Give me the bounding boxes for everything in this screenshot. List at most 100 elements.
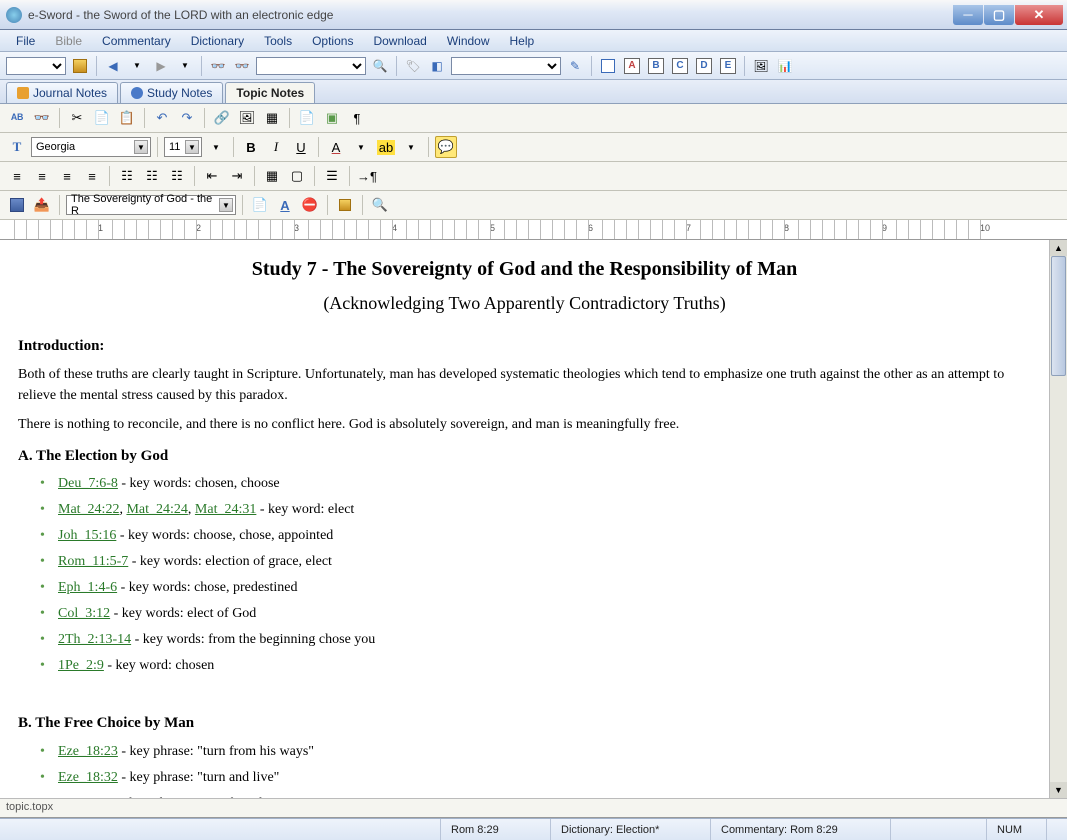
redo-icon[interactable]: ↷ [176, 107, 198, 129]
menu-dictionary[interactable]: Dictionary [183, 32, 252, 50]
minimize-button[interactable]: ─ [953, 5, 983, 25]
align-justify-icon[interactable]: ≡ [81, 165, 103, 187]
menu-tools[interactable]: Tools [256, 32, 300, 50]
window-layout-icon[interactable] [598, 56, 618, 76]
list-number-icon[interactable]: ☷ [116, 165, 138, 187]
tile-D[interactable]: D [694, 56, 714, 76]
size-dropdown-icon[interactable]: ▼ [205, 136, 227, 158]
menu-download[interactable]: Download [365, 32, 434, 50]
page-icon[interactable]: 📄 [296, 107, 318, 129]
scripture-link[interactable]: Eph_1:4-6 [58, 580, 117, 595]
save-icon[interactable] [6, 194, 28, 216]
highlight-color-icon[interactable]: ab [375, 136, 397, 158]
nav-back-dropdown[interactable]: ▼ [127, 56, 147, 76]
menu-help[interactable]: Help [502, 32, 543, 50]
scripture-link[interactable]: Deu_7:6-8 [58, 476, 118, 491]
font-color-icon[interactable]: A [325, 136, 347, 158]
ltr-icon[interactable]: →¶ [356, 165, 378, 187]
paste-icon[interactable]: 📋 [116, 107, 138, 129]
menu-commentary[interactable]: Commentary [94, 32, 179, 50]
underline-button[interactable]: U [290, 136, 312, 158]
chevron-down-icon[interactable]: ▼ [134, 140, 148, 154]
scripture-link[interactable]: Eze_33:11 [58, 796, 117, 799]
nav-back-icon[interactable]: ◀ [103, 56, 123, 76]
menu-bible[interactable]: Bible [47, 32, 90, 50]
pilcrow-icon[interactable]: ¶ [346, 107, 368, 129]
scripture-link[interactable]: Rom_11:5-7 [58, 554, 128, 569]
scripture-link[interactable]: Col_3:12 [58, 606, 110, 621]
italic-button[interactable]: I [265, 136, 287, 158]
scripture-link[interactable]: Mat_24:22 [58, 502, 119, 517]
outdent-icon[interactable]: ⇤ [201, 165, 223, 187]
image-icon[interactable]: 🖼 [236, 107, 258, 129]
tile-B[interactable]: B [646, 56, 666, 76]
font-size-combo[interactable]: 11 ▼ [164, 137, 202, 157]
scroll-down-icon[interactable]: ▼ [1050, 782, 1067, 798]
scripture-link[interactable]: Mat_24:24 [126, 502, 187, 517]
nav-forward-dropdown[interactable]: ▼ [175, 56, 195, 76]
align-center-icon[interactable]: ≡ [31, 165, 53, 187]
list-multilevel-icon[interactable]: ☷ [166, 165, 188, 187]
link-icon[interactable]: 🔗 [211, 107, 233, 129]
scripture-link[interactable]: Eze_18:23 [58, 744, 118, 759]
chevron-down-icon[interactable]: ▼ [219, 198, 233, 212]
font-color-dropdown[interactable]: ▼ [350, 136, 372, 158]
scripture-link[interactable]: Eze_18:32 [58, 770, 118, 785]
tab-topic-notes[interactable]: Topic Notes [225, 82, 315, 103]
align-right-icon[interactable]: ≡ [56, 165, 78, 187]
scripture-link[interactable]: 2Th_2:13-14 [58, 632, 131, 647]
spellcheck-icon[interactable]: ᴬᴮ [6, 107, 28, 129]
file-tab[interactable]: topic.topx [0, 798, 1067, 818]
menu-file[interactable]: File [8, 32, 43, 50]
chart-icon[interactable]: 📊 [775, 56, 795, 76]
menu-options[interactable]: Options [304, 32, 361, 50]
align-left-icon[interactable]: ≡ [6, 165, 28, 187]
highlight-dropdown[interactable]: ▼ [400, 136, 422, 158]
scripture-link[interactable]: Joh_15:16 [58, 528, 116, 543]
topic-selector[interactable]: The Sovereignty of God - the R ▼ [66, 195, 236, 215]
search-go-icon[interactable]: 🔍 [370, 56, 390, 76]
highlight-combo[interactable] [451, 57, 561, 75]
scripture-link[interactable]: 1Pe_2:9 [58, 658, 104, 673]
search-combo[interactable] [256, 57, 366, 75]
maximize-button[interactable]: ▢ [984, 5, 1014, 25]
book-icon[interactable] [70, 56, 90, 76]
scroll-up-icon[interactable]: ▲ [1050, 240, 1067, 256]
menu-window[interactable]: Window [439, 32, 498, 50]
highlight-apply-icon[interactable]: ✎ [565, 56, 585, 76]
printer-icon[interactable]: ▣ [321, 107, 343, 129]
tab-journal-notes[interactable]: Journal Notes [6, 82, 118, 103]
zoom-icon[interactable]: 🔍 [369, 194, 391, 216]
delete-topic-icon[interactable]: ⛔ [299, 194, 321, 216]
rename-topic-icon[interactable]: A [274, 194, 296, 216]
ruler[interactable]: 12345678910 [0, 220, 1067, 240]
vertical-scrollbar[interactable]: ▲ ▼ [1049, 240, 1067, 798]
binoculars-icon[interactable]: 👓 [208, 56, 228, 76]
linespacing-icon[interactable]: ☰ [321, 165, 343, 187]
border-off-icon[interactable]: ▢ [286, 165, 308, 187]
tab-study-notes[interactable]: Study Notes [120, 82, 223, 103]
book-nav-icon[interactable] [334, 194, 356, 216]
export-icon[interactable]: 📤 [31, 194, 53, 216]
chevron-down-icon[interactable]: ▼ [185, 140, 199, 154]
undo-icon[interactable]: ↶ [151, 107, 173, 129]
new-topic-icon[interactable]: 📄 [249, 194, 271, 216]
bold-button[interactable]: B [240, 136, 262, 158]
border-on-icon[interactable]: ▦ [261, 165, 283, 187]
cut-icon[interactable]: ✂ [66, 107, 88, 129]
nav-forward-icon[interactable]: ▶ [151, 56, 171, 76]
tile-C[interactable]: C [670, 56, 690, 76]
list-bullet-icon[interactable]: ☷ [141, 165, 163, 187]
indent-icon[interactable]: ⇥ [226, 165, 248, 187]
scripture-link[interactable]: Mat_24:31 [195, 502, 256, 517]
find-icon[interactable]: 👓 [31, 107, 53, 129]
copy-icon[interactable]: 📄 [91, 107, 113, 129]
tag-icon[interactable]: 🏷 [403, 56, 423, 76]
font-family-combo[interactable]: Georgia ▼ [31, 137, 151, 157]
picture-icon[interactable]: 🖼 [751, 56, 771, 76]
tile-A[interactable]: A [622, 56, 642, 76]
scroll-thumb[interactable] [1051, 256, 1066, 376]
verse-combo[interactable] [6, 57, 66, 75]
close-button[interactable]: ✕ [1015, 5, 1063, 25]
tooltip-icon[interactable]: 💬 [435, 136, 457, 158]
